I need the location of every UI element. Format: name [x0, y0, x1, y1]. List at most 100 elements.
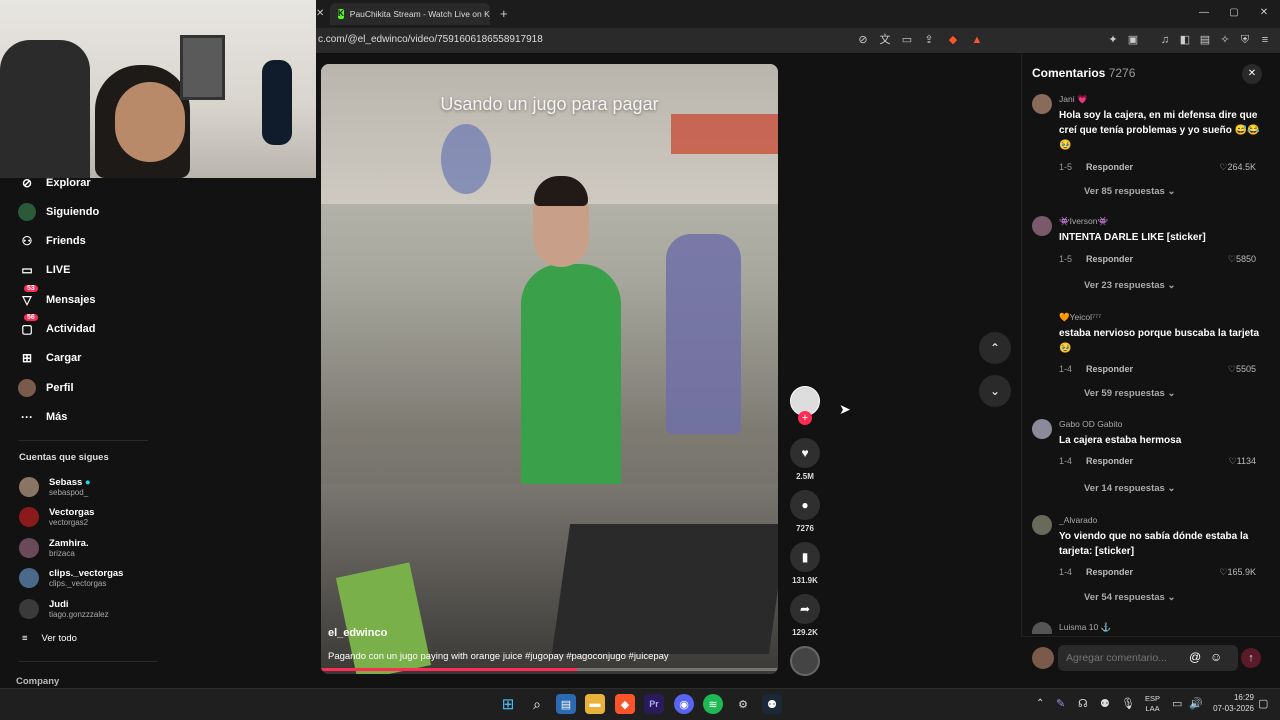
- avatar[interactable]: [1032, 94, 1052, 114]
- share-icon[interactable]: ⇪: [922, 33, 936, 47]
- vpn-icon[interactable]: ⛨: [1238, 33, 1252, 47]
- avatar[interactable]: [1032, 622, 1052, 634]
- reply-button[interactable]: Responder: [1086, 456, 1133, 466]
- video-author[interactable]: el_edwinco: [328, 627, 387, 639]
- heart-outline-icon[interactable]: ♡: [1228, 254, 1236, 264]
- comment-user[interactable]: Gabo OD Gabito: [1059, 419, 1122, 429]
- url-field[interactable]: c.com/@el_edwinco/video/7591606186558917…: [318, 34, 543, 45]
- comment-user[interactable]: Jani 💗: [1059, 94, 1088, 105]
- close-window-button[interactable]: ✕: [1257, 6, 1271, 20]
- leo-icon[interactable]: ✧: [1218, 33, 1232, 47]
- sidebar-item-live[interactable]: ▭ LIVE: [18, 259, 70, 281]
- comment-user[interactable]: 👾Iverson👾: [1059, 216, 1108, 227]
- view-replies-button[interactable]: Ver 14 respuestas ⌄: [1084, 483, 1175, 494]
- video-off-icon[interactable]: ⊘: [856, 33, 870, 47]
- following-account[interactable]: Judi tiago.gonzzzalez: [19, 596, 109, 622]
- avatar: [19, 568, 39, 588]
- company-link[interactable]: Company: [16, 676, 59, 687]
- close-comments-button[interactable]: ✕: [1242, 64, 1262, 84]
- following-account[interactable]: Vectorgas vectorgas2: [19, 504, 94, 530]
- sidebar-item-perfil[interactable]: Perfil: [18, 377, 74, 399]
- view-replies-button[interactable]: Ver 54 respuestas ⌄: [1084, 592, 1175, 603]
- post-comment-button[interactable]: ↑: [1241, 648, 1261, 668]
- reply-button[interactable]: Responder: [1086, 162, 1133, 172]
- search-icon[interactable]: ⌕: [527, 694, 547, 714]
- sidebar-item-explorar[interactable]: ⊘ Explorar: [18, 172, 91, 194]
- comment-user[interactable]: 🧡Yeicol⁷⁷⁷: [1059, 312, 1101, 323]
- reply-button[interactable]: Responder: [1086, 567, 1133, 577]
- steam-tray-icon[interactable]: ⚉: [1100, 697, 1110, 710]
- following-account[interactable]: clips._vectorgas clips._vectorgas: [19, 565, 123, 591]
- sidebar-item-friends[interactable]: ⚇ Friends: [18, 230, 86, 252]
- tab-search-icon[interactable]: ▣: [1126, 33, 1140, 47]
- video-player[interactable]: Usando un jugo para pagar el_edwinco Pag…: [321, 64, 778, 674]
- spotify-icon[interactable]: ≋: [703, 694, 723, 714]
- following-account[interactable]: Sebass ● sebaspod_: [19, 474, 91, 500]
- brave-rewards-icon[interactable]: ▲: [970, 33, 984, 47]
- following-account[interactable]: Zamhira. brizaca: [19, 535, 89, 561]
- steam-icon[interactable]: ⚉: [762, 694, 782, 714]
- sidebar-item-mensajes[interactable]: ▽ 53 Mensajes: [18, 285, 96, 311]
- clock[interactable]: 16:29 07-03-2026: [1206, 692, 1254, 714]
- reply-button[interactable]: Responder: [1086, 254, 1133, 264]
- network-icon[interactable]: ▭: [1172, 697, 1182, 710]
- sidebar-toggle-icon[interactable]: ◧: [1178, 33, 1192, 47]
- photos-icon[interactable]: ▤: [556, 694, 576, 714]
- wallet-icon[interactable]: ▤: [1198, 33, 1212, 47]
- comment-button[interactable]: ● 7276: [790, 490, 820, 533]
- reply-button[interactable]: Responder: [1086, 364, 1133, 374]
- comment-user[interactable]: Luisma 10 ⚓: [1059, 622, 1111, 633]
- share-button[interactable]: ➦ 129.2K: [790, 594, 820, 637]
- following-header: Cuentas que sigues: [19, 452, 109, 463]
- discord-icon[interactable]: ◉: [674, 694, 694, 714]
- sidebar-item-actividad[interactable]: ▢ 56 Actividad: [18, 314, 96, 340]
- tab-close-icon[interactable]: ✕: [316, 8, 324, 19]
- file-explorer-icon[interactable]: ▬: [585, 694, 605, 714]
- browser-tab[interactable]: K PauChikita Stream - Watch Live on Ki: [330, 3, 490, 25]
- reader-icon[interactable]: ▭: [900, 33, 914, 47]
- translate-icon[interactable]: 文: [878, 33, 892, 47]
- premiere-icon[interactable]: Pr: [644, 694, 664, 714]
- mention-icon[interactable]: @: [1189, 650, 1201, 664]
- minimize-button[interactable]: —: [1197, 6, 1211, 20]
- avatar[interactable]: [1032, 312, 1052, 332]
- language-indicator[interactable]: ESP LAA: [1145, 694, 1160, 714]
- settings-gear-icon[interactable]: ⚙: [733, 694, 753, 714]
- brave-browser-icon[interactable]: ◆: [615, 694, 635, 714]
- author-avatar-button[interactable]: +: [790, 386, 820, 425]
- like-button[interactable]: ♥ 2.5M: [790, 438, 820, 481]
- progress-track[interactable]: [321, 668, 778, 671]
- microphone-icon[interactable]: 🎙: [1121, 697, 1135, 710]
- next-video-button[interactable]: ⌄: [979, 375, 1011, 407]
- maximize-button[interactable]: ▢: [1227, 6, 1241, 20]
- comment-user[interactable]: _Alvarado: [1059, 515, 1097, 525]
- headset-icon[interactable]: ☊: [1078, 697, 1088, 710]
- see-all-button[interactable]: ≡ Ver todo: [22, 633, 77, 644]
- sidebar-item-siguiendo[interactable]: Siguiendo: [18, 201, 99, 223]
- new-tab-button[interactable]: +: [500, 6, 508, 21]
- avatar[interactable]: [1032, 515, 1052, 535]
- view-replies-button[interactable]: Ver 23 respuestas ⌄: [1084, 280, 1175, 291]
- emoji-icon[interactable]: ☺: [1210, 650, 1222, 664]
- tray-app-icon[interactable]: ✎: [1056, 697, 1065, 710]
- view-replies-button[interactable]: Ver 59 respuestas ⌄: [1084, 388, 1175, 399]
- save-button[interactable]: ▮ 131.9K: [790, 542, 820, 585]
- sidebar-item-cargar[interactable]: ⊞ Cargar: [18, 347, 82, 369]
- windows-start-icon[interactable]: ⊞: [498, 694, 518, 714]
- volume-icon[interactable]: 🔊: [1189, 697, 1203, 710]
- brave-shield-icon[interactable]: ◆: [946, 33, 960, 47]
- menu-icon[interactable]: ≡: [1258, 33, 1272, 47]
- extensions-icon[interactable]: ✦: [1106, 33, 1120, 47]
- heart-outline-icon[interactable]: ♡: [1228, 364, 1236, 374]
- notifications-icon[interactable]: ▢: [1258, 697, 1268, 710]
- prev-video-button[interactable]: ⌃: [979, 332, 1011, 364]
- heart-outline-icon[interactable]: ♡: [1229, 456, 1237, 466]
- media-icon[interactable]: ♫: [1158, 33, 1172, 47]
- avatar[interactable]: [1032, 216, 1052, 236]
- avatar[interactable]: [1032, 419, 1052, 439]
- sound-button[interactable]: [790, 646, 820, 676]
- sidebar-item-mas[interactable]: ··· Más: [18, 406, 67, 428]
- follow-plus-icon[interactable]: +: [798, 411, 812, 425]
- view-replies-button[interactable]: Ver 85 respuestas ⌄: [1084, 186, 1175, 197]
- tray-chevron-up-icon[interactable]: ⌃: [1036, 698, 1044, 709]
